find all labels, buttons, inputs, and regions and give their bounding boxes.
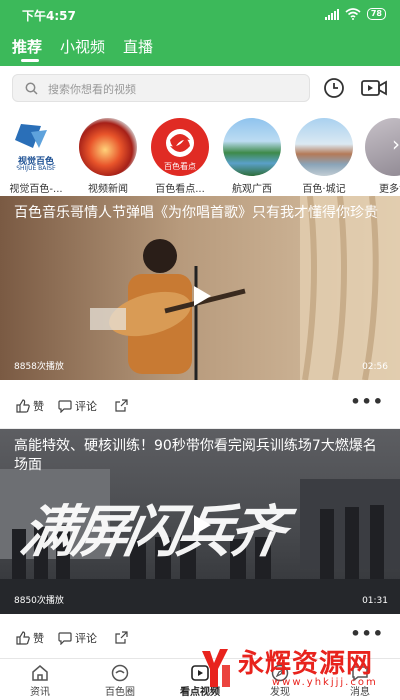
- comment-icon: [58, 632, 72, 645]
- comment-label: 评论: [75, 400, 97, 413]
- tab-live[interactable]: 直播: [123, 36, 153, 66]
- wifi-icon: [345, 8, 361, 20]
- watermark-logo: [202, 649, 230, 687]
- watermark: 永辉资源网 www.yhkjjj.com: [198, 641, 398, 699]
- app-header: 下午4:57 78 推荐 小视频 直播: [0, 0, 400, 66]
- thumbs-up-icon: [16, 399, 30, 413]
- status-time: 下午4:57: [22, 9, 76, 23]
- play-icon[interactable]: [187, 511, 215, 539]
- tab-recommend[interactable]: 推荐: [12, 36, 42, 66]
- channel-label: 更多专: [379, 184, 400, 195]
- video-duration: 01:31: [362, 596, 388, 606]
- battery-icon: 78: [366, 8, 386, 20]
- thumbs-up-icon: [16, 631, 30, 645]
- channel-thumbnail: [79, 118, 137, 176]
- nav-label: 百色圈: [105, 687, 135, 698]
- channel-logo-text: 百色看点: [164, 162, 196, 171]
- channel-label: 航观广西: [232, 184, 272, 195]
- channel-item[interactable]: 视频新闻: [76, 118, 140, 195]
- video-duration: 02:56: [362, 362, 388, 372]
- video-title: 高能特效、硬核训练！90秒带你看完阅兵训练场7大燃爆名场面: [14, 438, 377, 473]
- like-label: 赞: [33, 400, 44, 413]
- chevron-right-icon[interactable]: ›: [392, 132, 400, 156]
- more-options-icon[interactable]: •••: [350, 392, 384, 411]
- channel-thumbnail: [223, 118, 281, 176]
- video-overlay-text: 满屏闪兵齐: [15, 499, 288, 565]
- search-row: 搜索你想看的视频: [0, 66, 400, 110]
- channel-thumbnail: [295, 118, 353, 176]
- video-play-count: 8858次播放: [14, 362, 64, 372]
- search-placeholder: 搜索你想看的视频: [48, 83, 136, 96]
- channel-logo: 视觉百色 SHIJUE BAISE: [7, 118, 65, 176]
- channel-label: 视觉百色-...: [9, 184, 63, 195]
- like-button[interactable]: 赞: [16, 398, 44, 414]
- channel-label: 百色·城记: [302, 184, 346, 195]
- channel-logo: 百色看点: [151, 118, 209, 176]
- channel-item[interactable]: 百色看点 百色看点...: [148, 118, 212, 195]
- like-label: 赞: [33, 632, 44, 645]
- video-play-count: 8850次播放: [14, 596, 64, 606]
- comment-label: 评论: [75, 632, 97, 645]
- video-card-2[interactable]: 高能特效、硬核训练！90秒带你看完阅兵训练场7大燃爆名场面 满屏闪兵齐 8850…: [0, 429, 400, 614]
- comment-button[interactable]: 评论: [58, 630, 97, 646]
- video-actions-1: 赞 评论 •••: [0, 382, 400, 428]
- circle-icon: [111, 664, 129, 682]
- play-icon[interactable]: [187, 282, 215, 310]
- channel-item[interactable]: 航观广西: [220, 118, 284, 195]
- status-bar: 下午4:57 78: [0, 0, 400, 30]
- signal-icon: [324, 8, 339, 20]
- top-tabs: 推荐 小视频 直播: [0, 36, 159, 66]
- history-clock-icon[interactable]: [322, 76, 346, 100]
- like-button[interactable]: 赞: [16, 630, 44, 646]
- nav-item-baise-circle[interactable]: 百色圈: [90, 663, 150, 698]
- video-card-1[interactable]: 百色音乐哥情人节弹唱《为你唱首歌》只有我才懂得你珍贵 8858次播放 02:56: [0, 196, 400, 380]
- share-icon[interactable]: [115, 631, 128, 644]
- channel-item[interactable]: 视觉百色 SHIJUE BAISE 视觉百色-...: [4, 118, 68, 195]
- channel-item[interactable]: 更多专: [362, 118, 400, 195]
- home-icon: [32, 665, 48, 681]
- video-camera-icon[interactable]: [360, 77, 388, 99]
- share-icon[interactable]: [115, 399, 128, 412]
- nav-item-news[interactable]: 资讯: [10, 663, 70, 698]
- channel-row: 视觉百色 SHIJUE BAISE 视觉百色-... 视频新闻 百色看点 百色看…: [0, 112, 400, 196]
- watermark-url: www.yhkjjj.com: [272, 677, 378, 688]
- comment-button[interactable]: 评论: [58, 398, 97, 414]
- search-input[interactable]: 搜索你想看的视频: [12, 74, 310, 102]
- search-icon: [25, 82, 38, 95]
- channel-label: 百色看点...: [155, 184, 205, 195]
- watermark-brand: 永辉资源网: [238, 649, 374, 679]
- video-title: 百色音乐哥情人节弹唱《为你唱首歌》只有我才懂得你珍贵: [14, 205, 378, 221]
- channel-item[interactable]: 百色·城记: [292, 118, 356, 195]
- status-icons: 78: [324, 8, 386, 20]
- channel-label: 视频新闻: [88, 184, 128, 195]
- nav-label: 资讯: [30, 687, 50, 698]
- comment-icon: [58, 400, 72, 413]
- tab-short-video[interactable]: 小视频: [60, 36, 105, 66]
- channel-logo-subtext: SHIJUE BAISE: [16, 165, 56, 172]
